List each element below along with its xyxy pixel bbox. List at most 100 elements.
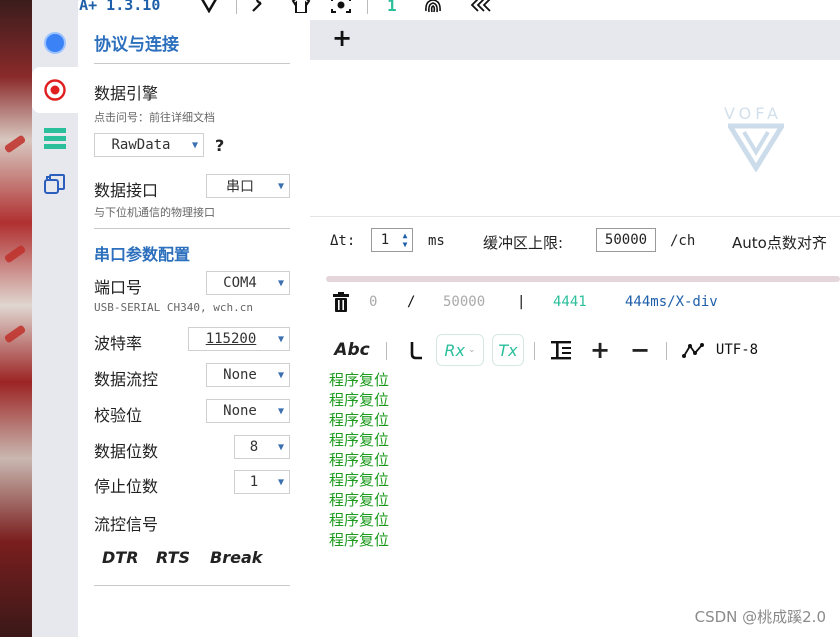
tx-toggle[interactable]: Tx: [492, 334, 524, 366]
collapse-left-icon[interactable]: [470, 0, 492, 13]
notification-badge[interactable]: 1: [387, 0, 397, 15]
toolbar-separator: [367, 0, 368, 14]
sidebar-item-status[interactable]: [32, 20, 78, 66]
timestamp-toggle[interactable]: [404, 334, 428, 366]
port-select[interactable]: COM4 ▼: [206, 271, 290, 295]
break-button[interactable]: Break: [210, 548, 262, 567]
zoom-in-button[interactable]: +: [588, 334, 612, 366]
fingerprint-icon[interactable]: [422, 0, 444, 13]
log-line: 程序复位: [329, 511, 390, 529]
baud-value: 115200: [205, 331, 257, 347]
serial-config-title: 串口参数配置: [94, 245, 191, 264]
engine-label: 数据引擎: [94, 84, 159, 103]
chevron-down-icon: ▼: [277, 441, 285, 453]
logo-text: VOFA: [724, 104, 782, 123]
flow-control-label: 数据流控: [94, 370, 159, 389]
divider: [94, 228, 290, 229]
stop-bits-value: 1: [249, 474, 259, 490]
list-icon: [44, 128, 66, 149]
sidebar-item-windows[interactable]: [32, 161, 78, 207]
hook-icon: [410, 342, 422, 360]
rx-toggle[interactable]: Rx ⌄: [436, 334, 484, 366]
divider: [94, 63, 290, 64]
log-line: 程序复位: [329, 371, 390, 389]
record-icon: [44, 79, 66, 101]
rts-button[interactable]: RTS: [156, 548, 190, 567]
trash-icon[interactable]: [332, 292, 350, 312]
copy-icon: [44, 174, 65, 194]
log-line: 程序复位: [329, 451, 390, 469]
interface-hint: 与下位机通信的物理接口: [94, 206, 215, 219]
csdn-watermark: CSDN @桃成蹊2.0: [694, 608, 826, 626]
terminal-toolbar: Abc Rx ⌄ Tx + − UTF-8: [326, 334, 840, 366]
top-toolbar: VOFA+ 1.3.10 1: [32, 0, 840, 18]
parity-label: 校验位: [94, 406, 143, 425]
dt-spinbox[interactable]: 1 ▲ ▼: [371, 228, 413, 252]
encoding-select[interactable]: UTF-8: [712, 334, 762, 366]
toolbar-separator: [534, 342, 535, 360]
chevron-down-icon: ▼: [277, 476, 285, 488]
add-tab-button[interactable]: +: [332, 26, 352, 50]
vofa-watermark-logo: VOFA: [722, 104, 792, 174]
data-bits-label: 数据位数: [94, 442, 159, 461]
wrench-icon[interactable]: [250, 0, 270, 13]
toolbar-separator: [666, 342, 667, 360]
toolbar-separator: [386, 342, 387, 360]
chevron-down-icon: ▼: [277, 277, 285, 289]
vofa-logo-icon[interactable]: [200, 0, 218, 13]
abc-format-button[interactable]: Abc: [334, 334, 370, 366]
log-line: 程序复位: [329, 411, 390, 429]
data-bits-select[interactable]: 8 ▼: [234, 435, 290, 459]
photo-stroke: [3, 324, 27, 344]
baud-select[interactable]: 115200 ▼: [188, 327, 290, 351]
help-button[interactable]: ?: [215, 136, 224, 155]
chevron-down-icon: ▼: [191, 139, 199, 151]
divider: [310, 216, 840, 217]
background-photo-strip: [0, 0, 32, 637]
waveform-button[interactable]: [680, 334, 706, 366]
text-format-button[interactable]: [548, 334, 574, 366]
buffer-input[interactable]: 50000: [596, 228, 656, 252]
dt-value: 1: [380, 232, 390, 248]
log-line: 程序复位: [329, 391, 390, 409]
interface-label: 数据接口: [94, 181, 159, 200]
parity-select[interactable]: None ▼: [206, 399, 290, 423]
auto-align-label[interactable]: Auto点数对齐: [732, 232, 827, 253]
chevron-down-icon: ⌄: [468, 345, 476, 355]
photo-stroke: [3, 244, 27, 264]
sidebar-rail: [32, 0, 78, 637]
sidebar-item-list[interactable]: [32, 115, 78, 161]
log-line: 程序复位: [329, 471, 390, 489]
parity-value: None: [223, 403, 257, 419]
chevron-down-icon: ▼: [277, 369, 285, 381]
signal-label: 流控信号: [94, 515, 159, 534]
interface-value: 串口: [226, 179, 254, 195]
serial-log-output: 程序复位 程序复位 程序复位 程序复位 程序复位 程序复位 程序复位 程序复位 程序复位: [329, 370, 389, 550]
text-style-icon: [551, 341, 571, 360]
circle-icon: [44, 32, 66, 54]
sidebar-item-connection[interactable]: [32, 67, 78, 113]
interface-select[interactable]: 串口 ▼: [206, 174, 290, 198]
log-line: 程序复位: [329, 431, 390, 449]
buffer-progress-bar: [326, 276, 840, 282]
screenshot-icon[interactable]: [331, 0, 351, 13]
chevron-down-icon: ▼: [277, 333, 285, 345]
chevron-down-icon: ▼: [277, 180, 285, 192]
stop-bits-select[interactable]: 1 ▼: [234, 470, 290, 494]
engine-hint: 点击问号：前往详细文档: [94, 111, 215, 124]
baud-label: 波特率: [94, 334, 143, 353]
stat-xdiv: 444ms/X-div: [625, 294, 718, 310]
spin-arrows-icon[interactable]: ▲ ▼: [398, 231, 412, 249]
stat-slash: /: [407, 294, 416, 310]
vofa-logo-icon: [728, 123, 784, 172]
flow-control-select[interactable]: None ▼: [206, 363, 290, 387]
zoom-out-button[interactable]: −: [628, 334, 652, 366]
section-title: 协议与连接: [94, 35, 179, 55]
dtr-button[interactable]: DTR: [102, 548, 139, 567]
stat-max: 50000: [443, 294, 486, 310]
engine-select[interactable]: RawData ▼: [94, 133, 204, 157]
stat-current: 0: [369, 294, 378, 310]
data-bits-value: 8: [249, 439, 259, 455]
shirt-icon[interactable]: [291, 0, 311, 13]
chevron-down-icon: ▼: [277, 405, 285, 417]
